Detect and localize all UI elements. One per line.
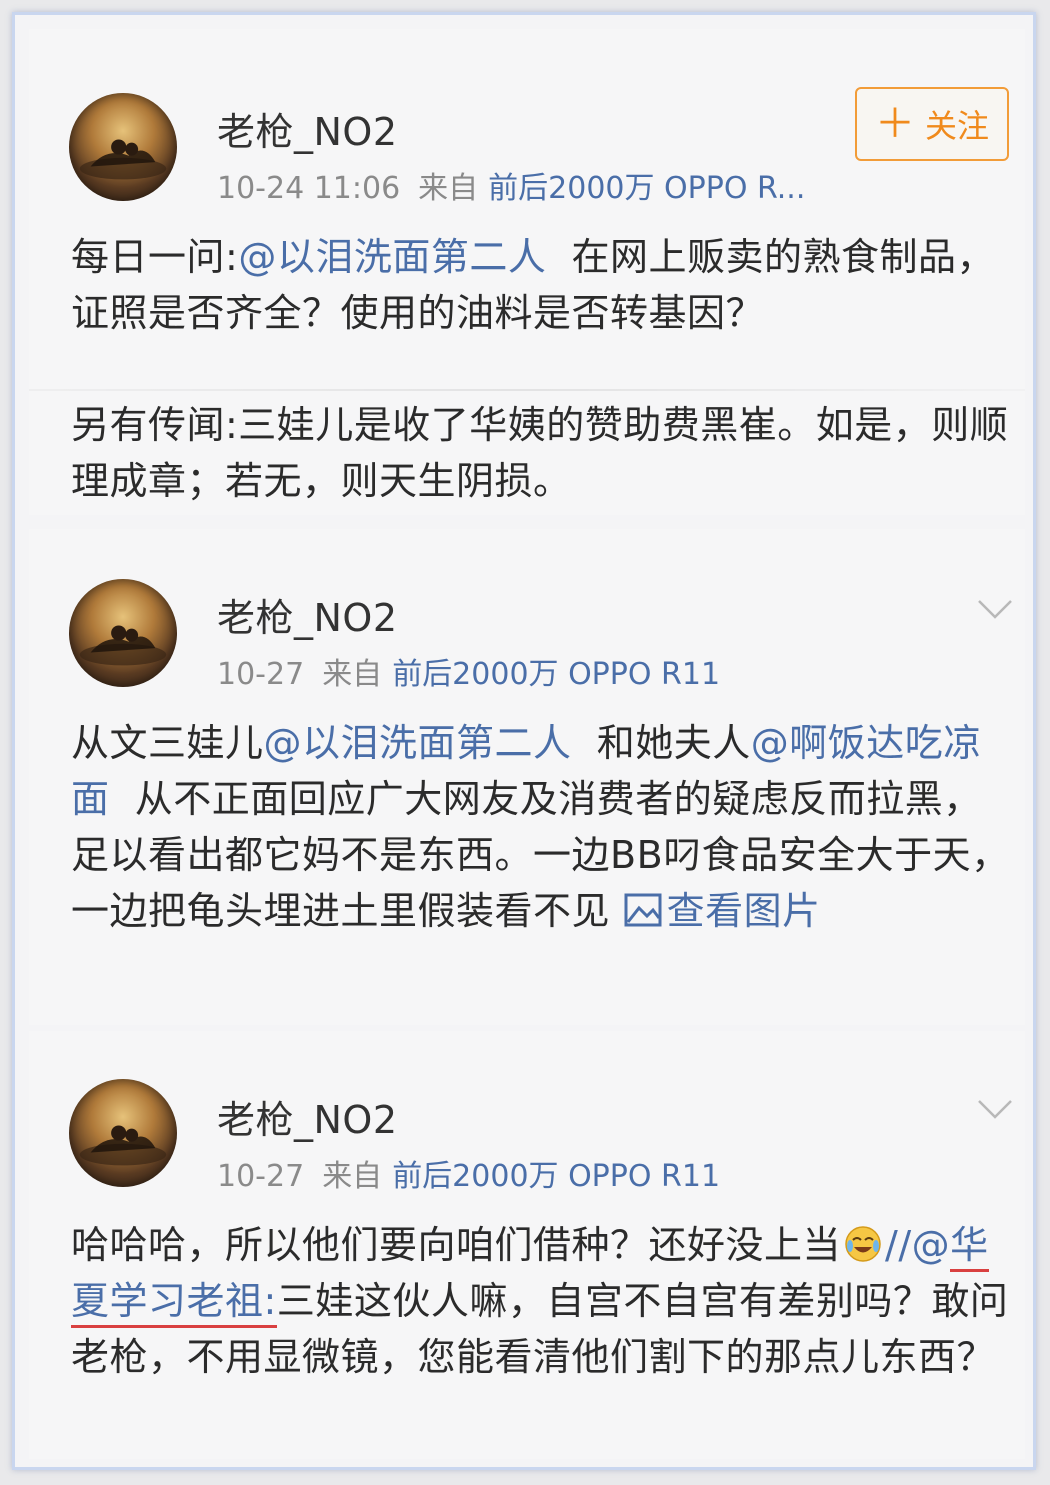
source-label: 来自 — [322, 1159, 383, 1194]
post-content: 哈哈哈，所以他们要向咱们借种？还好没上当//@华夏学习老祖:三娃这伙人嘛，自宫不… — [71, 1217, 1011, 1385]
username[interactable]: 老枪_NO2 — [217, 101, 398, 156]
content-text: 从不正面回应广大网友及消费者的疑虑反而拉黑，足以看出都它妈不是东西。一边BB叼食… — [71, 777, 1010, 933]
follow-label: 关注 — [924, 107, 989, 145]
repost-slashes: // — [885, 1223, 912, 1267]
screenshot-frame: 老枪_NO2 10-24 11:06 来自 前后2000万 OPPO R... ＋ … — [12, 12, 1036, 1470]
avatar-image — [79, 139, 167, 180]
weibo-post: 老枪_NO2 10-27 来自 前后2000万 OPPO R11 从文三娃儿@以泪洗… — [29, 529, 1025, 1025]
post-time: 10-24 11:06 — [217, 171, 401, 206]
avatar[interactable] — [69, 1079, 177, 1187]
image-icon — [623, 892, 663, 928]
avatar[interactable] — [69, 579, 177, 687]
content-text: 和她夫人 — [596, 721, 751, 765]
device-link[interactable]: 前后2000万 OPPO R11 — [392, 657, 720, 692]
paragraph: 从文三娃儿@以泪洗面第二人 和她夫人@啊饭达吃凉面 从不正面回应广大网友及消费者… — [71, 715, 1011, 939]
username[interactable]: 老枪_NO2 — [217, 1089, 398, 1144]
paragraph: 每日一问:@以泪洗面第二人 在网上贩卖的熟食制品，证照是否齐全？使用的油料是否转… — [71, 229, 1011, 341]
post-time: 10-27 — [217, 1159, 305, 1194]
device-link[interactable]: 前后2000万 OPPO R11 — [392, 1159, 720, 1194]
post-meta: 10-24 11:06 来自 前后2000万 OPPO R... — [217, 163, 805, 207]
content-text: 哈哈哈，所以他们要向咱们借种？还好没上当 — [71, 1223, 842, 1267]
avatar-image — [79, 1125, 167, 1166]
post-content: 每日一问:@以泪洗面第二人 在网上贩卖的熟食制品，证照是否齐全？使用的油料是否转… — [71, 229, 1011, 509]
content-text: 每日一问: — [71, 235, 239, 279]
paper-crease — [29, 389, 1025, 391]
mention-link[interactable]: @以泪洗面第二人 — [238, 235, 546, 279]
plus-icon: ＋ — [874, 101, 915, 147]
post-content: 从文三娃儿@以泪洗面第二人 和她夫人@啊饭达吃凉面 从不正面回应广大网友及消费者… — [71, 715, 1011, 939]
post-time: 10-27 — [217, 657, 305, 692]
avatar-image — [79, 625, 167, 666]
paragraph: 哈哈哈，所以他们要向咱们借种？还好没上当//@华夏学习老祖:三娃这伙人嘛，自宫不… — [71, 1217, 1011, 1385]
device-link[interactable]: 前后2000万 OPPO R... — [488, 171, 805, 206]
weibo-post: 老枪_NO2 10-24 11:06 来自 前后2000万 OPPO R... ＋ … — [29, 29, 1025, 515]
paragraph: 另有传闻:三娃儿是收了华姨的赞助费黑崔。如是，则顺理成章；若无，则天生阴损。 — [71, 403, 1009, 503]
laugh-cry-emoji-icon — [843, 1224, 883, 1264]
post-meta: 10-27 来自 前后2000万 OPPO R11 — [217, 1151, 720, 1195]
source-label: 来自 — [418, 171, 479, 206]
weibo-post: 老枪_NO2 10-27 来自 前后2000万 OPPO R11 哈哈哈，所以他们要… — [29, 1031, 1025, 1459]
view-image-link[interactable]: 查看图片 — [623, 889, 821, 933]
chevron-down-icon[interactable] — [975, 1097, 1015, 1121]
mention-at[interactable]: @ — [912, 1223, 951, 1267]
post-meta: 10-27 来自 前后2000万 OPPO R11 — [217, 649, 720, 693]
follow-button[interactable]: ＋ 关注 — [855, 87, 1009, 161]
avatar[interactable] — [69, 93, 177, 201]
view-image-label: 查看图片 — [666, 889, 821, 933]
source-label: 来自 — [322, 657, 383, 692]
username[interactable]: 老枪_NO2 — [217, 587, 398, 642]
mention-link[interactable]: @以泪洗面第二人 — [264, 721, 572, 765]
content-text: 从文三娃儿 — [71, 721, 264, 765]
chevron-down-icon[interactable] — [975, 597, 1015, 621]
